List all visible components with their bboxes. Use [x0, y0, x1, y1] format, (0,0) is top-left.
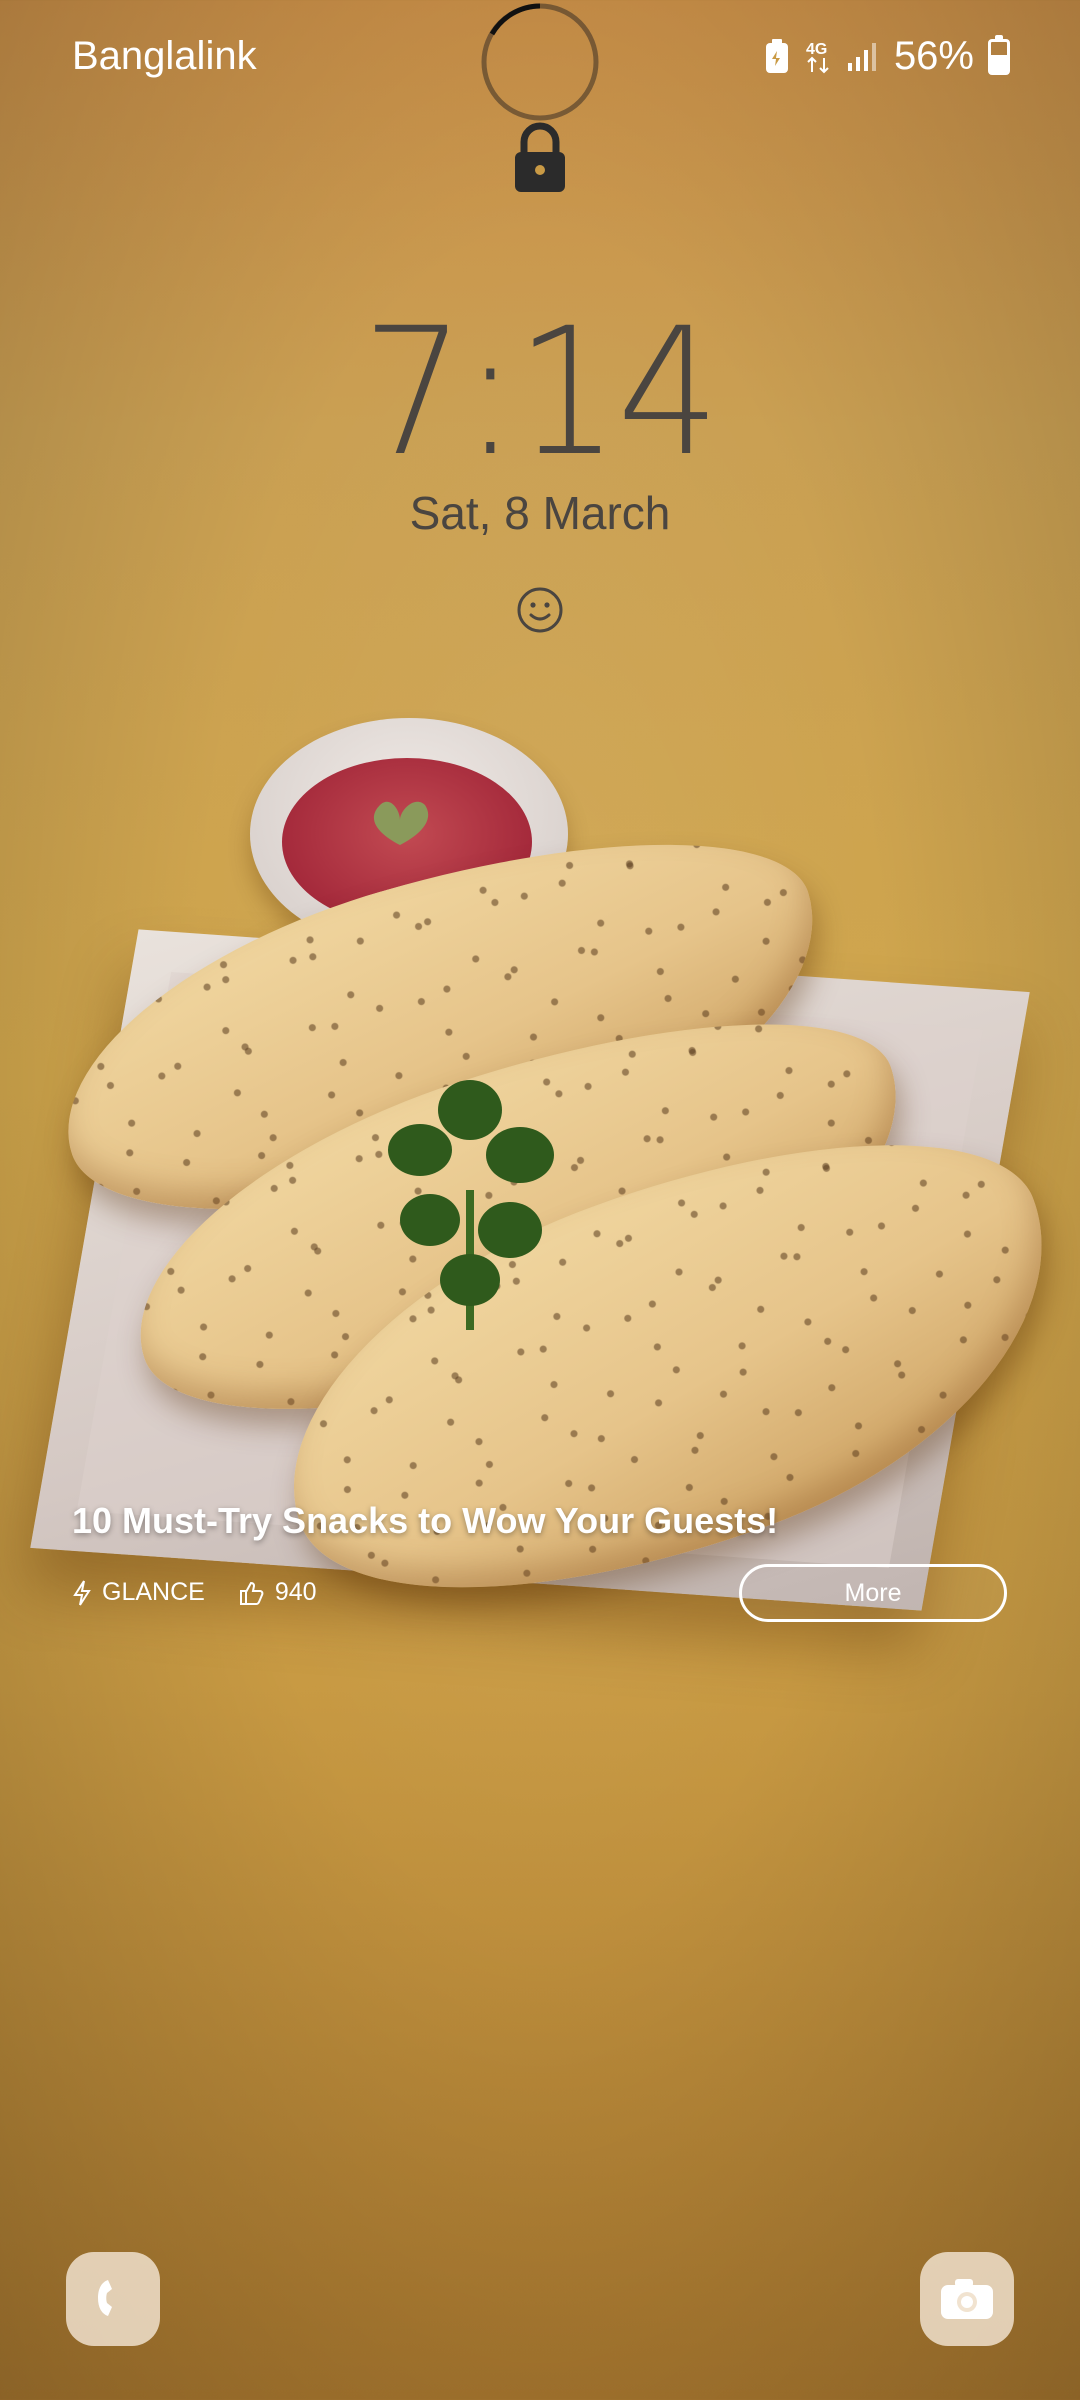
lock-screen-clock: 7:14 — [361, 290, 720, 495]
carrier-name: Banglalink — [72, 34, 257, 78]
camera-shortcut[interactable] — [920, 2252, 1014, 2346]
4g-data-icon: 4G — [806, 41, 829, 73]
phone-shortcut[interactable] — [66, 2252, 160, 2346]
battery-saver-icon — [765, 38, 788, 73]
smiley-icon[interactable] — [516, 586, 564, 634]
thumbs-up-icon — [239, 1581, 264, 1605]
unlock-progress-ring — [481, 3, 599, 121]
like-count: 940 — [274, 1578, 317, 1606]
lightning-icon — [73, 1579, 91, 1606]
coriander-leaf-icon — [373, 801, 429, 845]
signal-icon — [847, 42, 876, 71]
status-icons: 4G 56% — [764, 34, 1010, 79]
parsley-garnish-icon — [388, 1080, 554, 1330]
svg-text:4G: 4G — [806, 41, 827, 58]
lock-icon[interactable] — [510, 122, 570, 194]
glance-meta: GLANCE 940 — [72, 1578, 317, 1607]
camera-icon — [941, 2279, 993, 2319]
phone-icon — [98, 2280, 112, 2316]
like-button[interactable]: 940 — [239, 1578, 317, 1607]
lock-screen-date: Sat, 8 March — [409, 487, 671, 539]
glance-source: GLANCE — [102, 1578, 205, 1606]
more-button[interactable]: More — [739, 1564, 1007, 1622]
battery-percent: 56% — [893, 34, 974, 78]
glance-headline[interactable]: 10 Must-Try Snacks to Wow Your Guests! — [72, 1500, 778, 1542]
battery-icon — [988, 34, 1010, 75]
